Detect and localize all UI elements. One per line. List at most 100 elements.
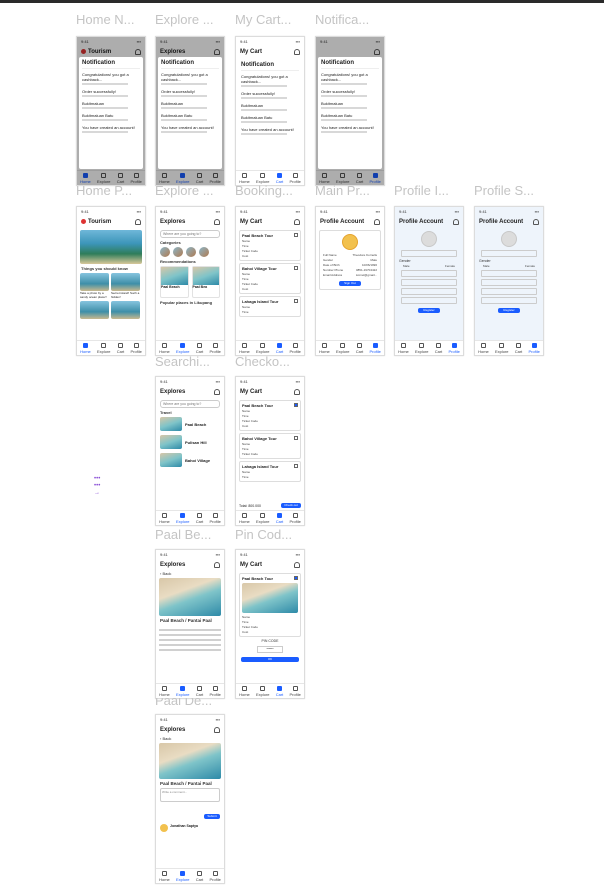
comment-input[interactable]: Write a comment... (160, 788, 220, 802)
ok-button[interactable]: OK (241, 657, 299, 662)
avatar-placeholder[interactable] (501, 231, 517, 247)
notification-item[interactable]: Bukitmaluan Batu (241, 115, 299, 123)
nav-explore[interactable]: Explore (176, 512, 190, 524)
nav-cart[interactable]: Cart (515, 342, 522, 354)
nav-profile[interactable]: Profile (210, 685, 221, 697)
nav-explore[interactable]: Explore (415, 342, 429, 354)
frame-pin-code[interactable]: 9:41 ▪▪▪ My Cart Paal Beach Tour Name Time… (235, 549, 305, 699)
nav-profile[interactable]: Profile (449, 342, 460, 354)
cart-item[interactable]: Paal Beach Tour Name Time Ticket Code Cost (239, 400, 301, 431)
back-link[interactable]: ‹ Back (156, 736, 224, 741)
nav-profile[interactable]: Profile (290, 342, 301, 354)
bell-icon[interactable] (533, 219, 539, 225)
text-field[interactable] (481, 279, 537, 286)
nav-cart[interactable]: Cart (276, 512, 283, 524)
nav-cart[interactable]: Cart (196, 870, 203, 882)
nav-explore[interactable]: Explore (256, 342, 270, 354)
nav-explore[interactable]: Explore (176, 685, 190, 697)
bell-icon[interactable] (135, 219, 141, 225)
notification-item[interactable]: Bukitmaluan (321, 101, 379, 109)
recommendation-card[interactable]: Paal Beach (160, 266, 189, 298)
bell-icon[interactable] (214, 219, 220, 225)
tip-image[interactable] (111, 301, 140, 319)
notification-item[interactable]: You have created an account! (241, 127, 299, 135)
nav-home[interactable]: Home (80, 342, 91, 354)
nav-profile[interactable]: Profile (131, 342, 142, 354)
nav-profile[interactable]: Profile (210, 342, 221, 354)
search-result[interactable]: Pulisan Hill (156, 433, 224, 451)
nav-cart[interactable]: Cart (117, 342, 124, 354)
nav-home[interactable]: Home (159, 342, 170, 354)
nav-explore[interactable]: Explore (97, 342, 111, 354)
frame-home-notif[interactable]: 9:41 ▪▪▪ Tourism Notification Congratulat… (76, 36, 146, 186)
notification-item[interactable]: Bukitmaluan (241, 103, 299, 111)
nav-home[interactable]: Home (398, 342, 409, 354)
notification-item[interactable]: Congratulations! you got a cashback... (241, 74, 299, 87)
notification-item[interactable]: Bukitmaluan (82, 101, 140, 109)
back-link[interactable]: ‹ Back (156, 571, 224, 576)
frame-cart-notif[interactable]: 9:41 ▪▪▪ My Cart Notification Congratulat… (235, 36, 305, 186)
frame-detail[interactable]: 9:41 ▪▪▪ Explores ‹ Back Paal Beach / Pan… (155, 714, 225, 884)
notification-item[interactable]: Congratulations! you got a cashback... (82, 72, 140, 85)
category-item[interactable] (160, 247, 170, 257)
bell-icon[interactable] (294, 219, 300, 225)
tip-card[interactable]: Take a photo by a sandy ocean place!! (80, 273, 109, 299)
register-button[interactable]: Register (418, 308, 440, 313)
register-button[interactable]: Register (498, 308, 520, 313)
text-field[interactable] (481, 297, 537, 304)
frame-profile-s[interactable]: 9:41 ▪▪▪ Profile Account Gender Male Femal… (474, 206, 544, 356)
radio-male[interactable]: Male (403, 264, 410, 268)
text-field[interactable] (401, 279, 457, 286)
notification-item[interactable]: You have created an account! (82, 125, 140, 133)
bell-icon[interactable] (214, 389, 220, 395)
radio-male[interactable]: Male (483, 264, 490, 268)
avatar-placeholder[interactable] (421, 231, 437, 247)
category-item[interactable] (199, 247, 209, 257)
checkbox-checked[interactable] (294, 576, 298, 580)
category-item[interactable] (186, 247, 196, 257)
nav-explore[interactable]: Explore (256, 172, 270, 184)
nav-profile[interactable]: Profile (210, 870, 221, 882)
nav-profile[interactable]: Profile (290, 512, 301, 524)
recommendation-card[interactable]: Paal Bea (191, 266, 220, 298)
cart-item[interactable]: Paal Beach Tour Name Time Ticket Code Cost (239, 573, 301, 637)
nav-profile[interactable]: Profile (210, 512, 221, 524)
checkbox-checked[interactable] (294, 403, 298, 407)
category-item[interactable] (173, 247, 183, 257)
tip-card[interactable]: Secret island! Such a hidden! (111, 273, 140, 299)
search-input[interactable]: Where are you going to? (160, 230, 220, 238)
frame-explore-notif[interactable]: 9:41 ▪▪▪ Explores Notification Congratula… (155, 36, 225, 186)
notification-item[interactable]: Bukitmaluan (161, 101, 219, 109)
sign-out-button[interactable]: Sign Out (339, 281, 361, 286)
bell-icon[interactable] (294, 389, 300, 395)
cart-item[interactable]: Paal Beach Tour Name Time Ticket Code Cost (239, 230, 301, 261)
notification-item[interactable]: Order successfully! (321, 89, 379, 97)
cart-item[interactable]: Bahoi Village Tour Name Time Ticket Code (239, 433, 301, 459)
nav-home[interactable]: Home (159, 685, 170, 697)
notification-item[interactable]: Order successfully! (82, 89, 140, 97)
notification-item[interactable]: Order successfully! (241, 91, 299, 99)
cart-item[interactable]: Lahaga Island Tour Name Time (239, 296, 301, 317)
search-result[interactable]: Paal Beach (156, 415, 224, 433)
nav-home[interactable]: Home (159, 512, 170, 524)
nav-home[interactable]: Home (239, 685, 250, 697)
nav-home[interactable]: Home (239, 172, 250, 184)
text-field[interactable] (481, 250, 537, 257)
nav-explore[interactable]: Explore (176, 342, 190, 354)
checkbox[interactable] (294, 436, 298, 440)
search-result[interactable]: Bahoi Village (156, 451, 224, 469)
nav-cart[interactable]: Cart (435, 342, 442, 354)
nav-home[interactable]: Home (319, 342, 330, 354)
nav-home[interactable]: Home (159, 870, 170, 882)
frame-home-page[interactable]: 9:41 ▪▪▪ Tourism Things you should know T… (76, 206, 146, 356)
notification-item[interactable]: Bukitmaluan Batu (82, 113, 140, 121)
bell-icon[interactable] (294, 562, 300, 568)
checkbox[interactable] (294, 299, 298, 303)
radio-female[interactable]: Female (445, 264, 455, 268)
checkout-button[interactable]: Check out (281, 503, 301, 508)
nav-cart[interactable]: Cart (356, 342, 363, 354)
nav-profile[interactable]: Profile (290, 685, 301, 697)
nav-home[interactable]: Home (478, 342, 489, 354)
nav-cart[interactable]: Cart (276, 172, 283, 184)
radio-female[interactable]: Female (525, 264, 535, 268)
